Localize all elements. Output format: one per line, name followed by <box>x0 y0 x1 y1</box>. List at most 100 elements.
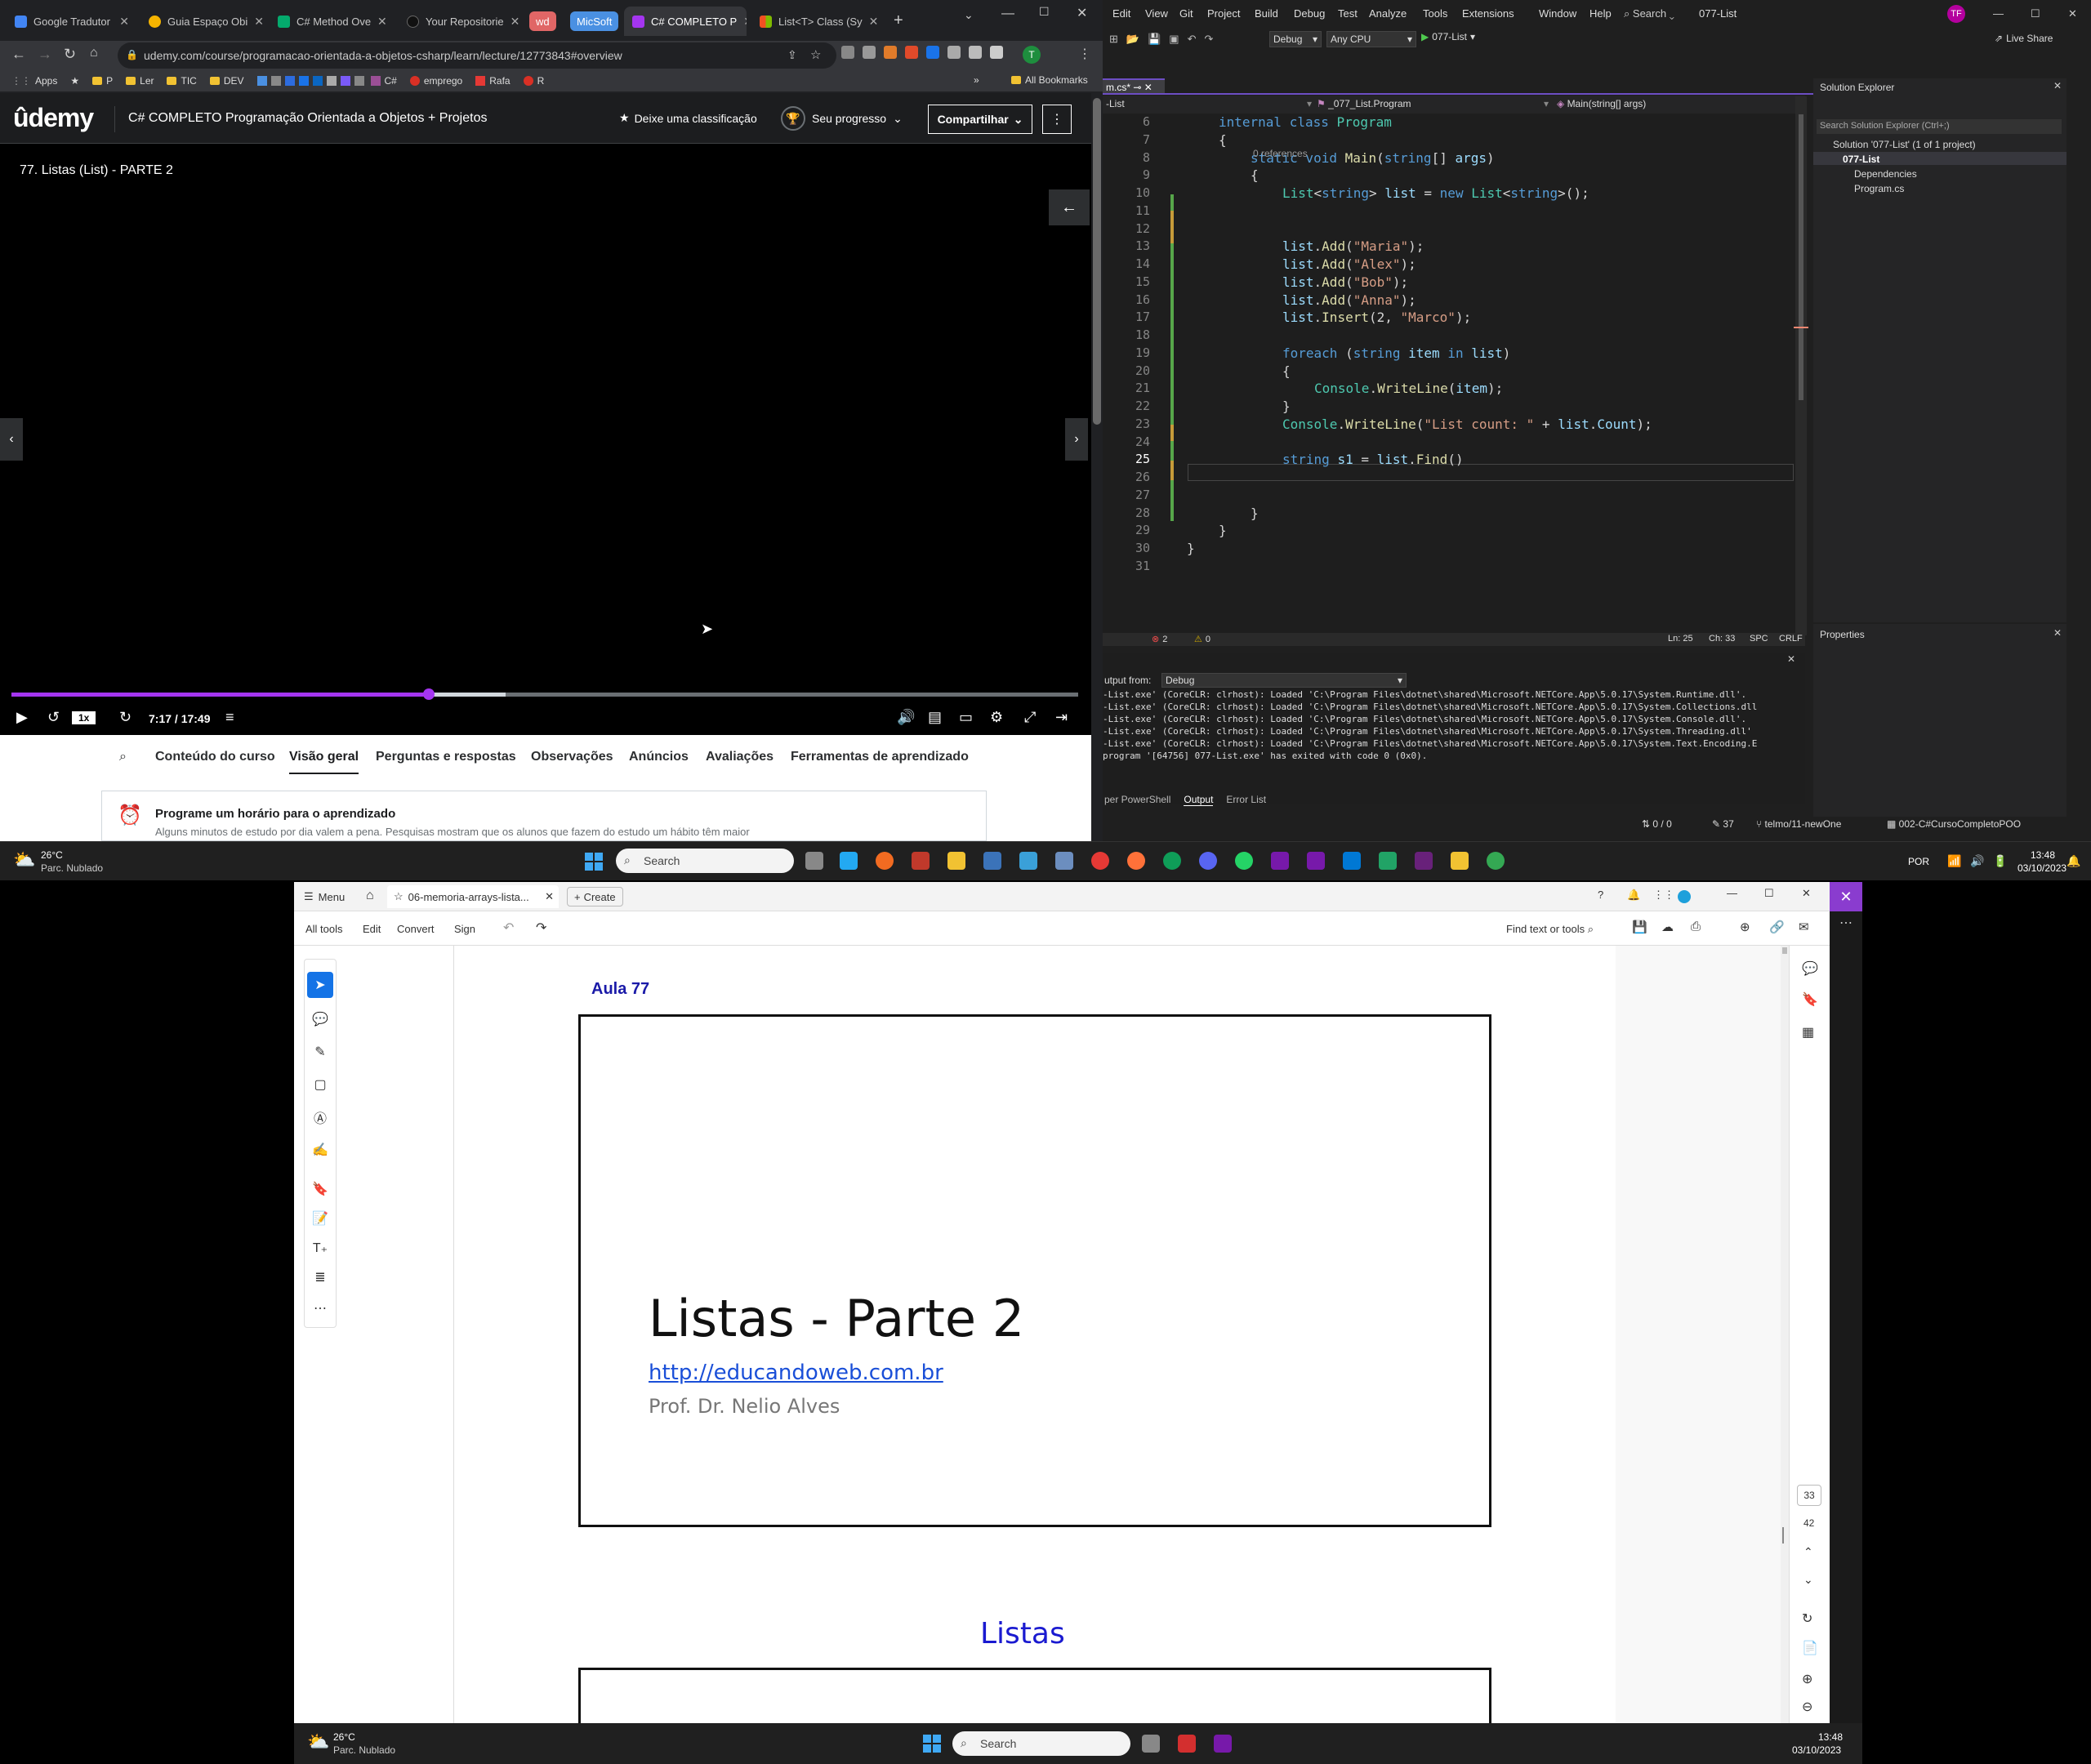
close-icon[interactable]: ✕ <box>869 15 879 29</box>
document-tab[interactable]: ☆ 06-memoria-arrays-lista... ✕ <box>387 885 559 908</box>
tab-conteudo[interactable]: Conteúdo do curso <box>155 750 275 764</box>
maximize-icon[interactable]: ☐ <box>2031 7 2040 20</box>
menu-test[interactable]: Test <box>1338 7 1358 20</box>
menu-help[interactable]: Help <box>1589 7 1612 20</box>
git-changes[interactable]: ⇅ 0 / 0 <box>1642 818 1672 830</box>
notes-icon[interactable]: ▤ <box>928 709 942 726</box>
error-count[interactable]: ⊗ 2 <box>1152 634 1167 645</box>
tab-group-wd[interactable]: wd <box>529 11 556 31</box>
notification-icon[interactable]: 🔔 <box>2066 854 2080 868</box>
redo-icon[interactable]: ↷ <box>1204 33 1213 46</box>
bookmark-folder-dev[interactable]: DEV <box>209 75 244 87</box>
close-icon[interactable]: ✕ <box>119 15 129 29</box>
close-icon[interactable]: ✕ <box>1787 653 1795 665</box>
new-tab-icon[interactable]: + <box>894 11 903 30</box>
save-icon[interactable]: 💾 <box>1632 920 1647 934</box>
video-player[interactable] <box>0 144 1091 735</box>
course-title[interactable]: C# COMPLETO Programação Orientada a Obje… <box>128 111 487 126</box>
menu-build[interactable]: Build <box>1255 7 1278 20</box>
wifi-icon[interactable]: 📶 <box>1947 854 1961 868</box>
bookmark-tool-icon[interactable]: 🔖 <box>305 1176 335 1202</box>
vs-search[interactable]: ⌕ Search ⌄ <box>1619 7 1679 20</box>
more-tools-icon[interactable]: ⋯ <box>305 1295 335 1321</box>
tab-list-class[interactable]: List<T> Class (Sy ✕ <box>751 7 879 36</box>
minimize-icon[interactable]: — <box>1727 887 1737 899</box>
thumbnails-panel-icon[interactable]: ▦ <box>1802 1024 1814 1040</box>
app-icon[interactable] <box>876 852 894 870</box>
zoom-out-icon[interactable]: ⊖ <box>1802 1699 1812 1715</box>
sign-tool-icon[interactable]: ✍ <box>305 1137 335 1163</box>
menu-edit[interactable]: Edit <box>1112 7 1130 20</box>
maximize-icon[interactable]: ☐ <box>1039 5 1050 19</box>
print-icon[interactable]: ⎙ <box>1691 920 1701 933</box>
bookmark-star-icon[interactable]: ☆ <box>810 47 821 62</box>
user-avatar[interactable]: TF <box>1947 5 1965 23</box>
next-lecture-button[interactable]: › <box>1065 418 1088 461</box>
close-window-icon[interactable]: ✕ <box>1802 887 1811 900</box>
close-icon[interactable]: ✕ <box>377 15 387 29</box>
find-tools[interactable]: Find text or tools ⌕ <box>1506 923 1594 936</box>
convert-menu[interactable]: Convert <box>397 923 435 935</box>
outlook-icon[interactable] <box>1343 852 1361 870</box>
pdf-scrollbar[interactable] <box>1781 946 1789 1723</box>
taskbar-search[interactable]: ⌕ Search <box>952 1731 1130 1756</box>
bookmark-rafa[interactable]: Rafa <box>475 75 510 87</box>
extension-icon[interactable] <box>863 46 876 59</box>
file-explorer-icon[interactable] <box>1451 852 1469 870</box>
previous-lecture-button[interactable]: ‹ <box>0 418 23 461</box>
minimize-icon[interactable]: — <box>1993 7 2004 20</box>
transcript-icon[interactable]: ≡ <box>225 709 234 726</box>
menu-extensions[interactable]: Extensions <box>1462 7 1514 20</box>
open-icon[interactable]: 📂 <box>1126 33 1139 46</box>
taskbar-search[interactable]: ⌕ Search <box>616 849 794 873</box>
branch-selector[interactable]: ⑂ telmo/11-newOne <box>1756 818 1841 830</box>
rotate-icon[interactable]: ↻ <box>1802 1610 1812 1627</box>
rate-link[interactable]: ★ Deixe uma classificação <box>619 111 757 125</box>
page-number-input[interactable]: 33 <box>1797 1485 1821 1506</box>
tab-visao-geral[interactable]: Visão geral <box>289 750 359 774</box>
nav-class[interactable]: ⚑ _077_List.Program <box>1317 98 1411 109</box>
bookmark-r[interactable]: R <box>523 75 544 87</box>
edit-menu[interactable]: Edit <box>363 923 381 935</box>
tree-item-solution[interactable]: Solution '077-List' (1 of 1 project) <box>1833 139 1976 150</box>
pending-edits[interactable]: ✎ 37 <box>1712 818 1734 830</box>
bookmarks-panel-icon[interactable]: 🔖 <box>1802 991 1818 1008</box>
shape-tool-icon[interactable]: ▢ <box>305 1071 335 1098</box>
text-box-tool-icon[interactable]: Ⓐ <box>305 1104 335 1130</box>
zoom-in-icon[interactable]: ⊕ <box>1802 1671 1812 1687</box>
volume-icon[interactable]: 🔊 <box>1970 854 1984 868</box>
close-icon[interactable]: ✕ <box>1144 82 1153 93</box>
menu-view[interactable]: View <box>1145 7 1168 20</box>
previous-page-icon[interactable]: ⌃ <box>1803 1545 1813 1559</box>
app-icon[interactable] <box>912 852 930 870</box>
app-icon[interactable] <box>1019 852 1037 870</box>
menu-git[interactable]: Git <box>1179 7 1193 20</box>
output-source-select[interactable]: Debug ▾ <box>1161 673 1407 688</box>
progress-handle[interactable] <box>423 688 435 700</box>
fullscreen-icon[interactable]: ⤢ <box>1024 709 1036 726</box>
share-icon[interactable]: ⊕ <box>1740 920 1750 934</box>
close-icon[interactable]: ✕ <box>254 15 264 29</box>
search-icon[interactable]: ⌕ <box>119 750 127 764</box>
bookmark-star[interactable]: ★ <box>70 75 79 87</box>
extension-icon[interactable] <box>841 46 854 59</box>
acrobat-icon[interactable] <box>1178 1735 1196 1753</box>
tab-guia[interactable]: Guia Espaço Obi ✕ <box>140 7 268 36</box>
close-window-icon[interactable]: ✕ <box>2068 7 2077 20</box>
home-icon[interactable]: ⌂ <box>366 889 374 903</box>
document-tab[interactable]: m.cs* ⊸ ✕ <box>1103 78 1165 95</box>
undo-icon[interactable]: ↶ <box>1188 33 1197 46</box>
bookmark-folder-p[interactable]: P <box>92 75 113 87</box>
tree-item-dependencies[interactable]: Dependencies <box>1854 168 1917 180</box>
close-icon[interactable]: ✕ <box>2053 80 2062 91</box>
task-view-icon[interactable] <box>1142 1735 1160 1753</box>
firefox-icon[interactable] <box>1127 852 1145 870</box>
tab-avaliacoes[interactable]: Avaliações <box>706 750 774 764</box>
help-icon[interactable]: ? <box>1598 889 1603 901</box>
notification-icon[interactable]: 🔔 <box>1627 889 1640 902</box>
menu-analyze[interactable]: Analyze <box>1369 7 1407 20</box>
close-icon[interactable]: ✕ <box>743 15 747 29</box>
nav-project[interactable]: -List <box>1106 98 1125 109</box>
menu-button[interactable]: ☰ Menu <box>304 890 345 903</box>
avatar[interactable] <box>1678 890 1691 903</box>
